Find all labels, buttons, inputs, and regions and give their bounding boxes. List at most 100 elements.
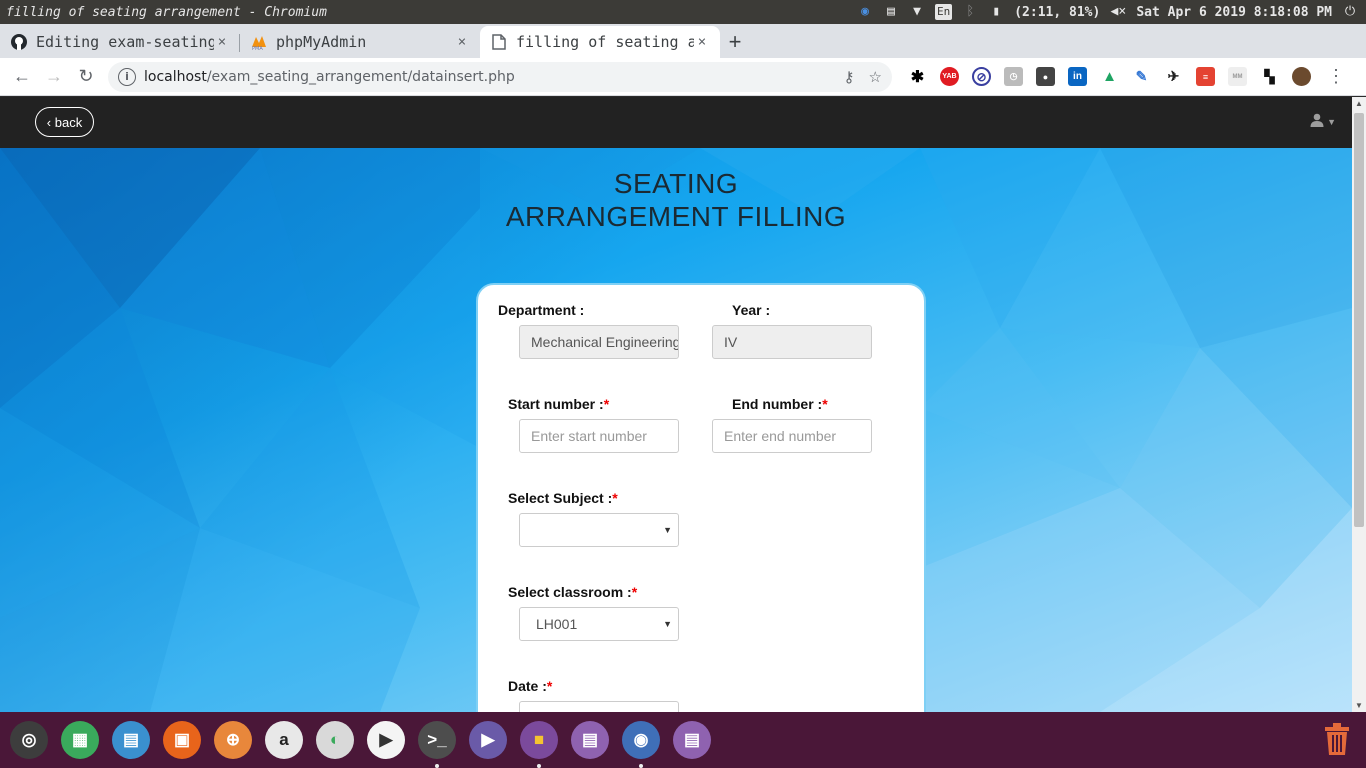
profile-avatar[interactable] — [1292, 67, 1311, 86]
year-label: Year : — [732, 302, 771, 318]
required-mark: * — [822, 396, 828, 412]
system-tray: ◉ ▤ ▼ En ᛒ ▮ (2:11, 81%) ◀× Sat Apr 6 20… — [857, 4, 1366, 20]
new-tab-button[interactable]: + — [720, 26, 750, 58]
tab-label: Editing exam-seating — [36, 33, 214, 51]
drive-extension-icon[interactable]: ▲ — [1100, 67, 1119, 86]
date-input[interactable] — [519, 701, 679, 712]
close-tab-button[interactable]: × — [454, 34, 470, 50]
year-field[interactable]: IV — [712, 325, 872, 359]
key-icon[interactable]: ⚷ — [844, 68, 855, 86]
document-icon[interactable]: ▤ — [112, 721, 150, 759]
notes-icon[interactable]: ▤ — [673, 721, 711, 759]
volume-muted-icon[interactable]: ◀× — [1110, 4, 1127, 20]
keyboard-language-indicator[interactable]: En — [934, 4, 953, 20]
end-number-input[interactable]: Enter end number — [712, 419, 872, 453]
url-host: localhost — [144, 68, 207, 85]
window-title: filling of seating arrangement - Chromiu… — [6, 4, 327, 20]
user-icon — [1310, 113, 1324, 131]
url-path: /exam_seating_arrangement/datainsert.php — [206, 68, 515, 85]
system-top-bar: filling of seating arrangement - Chromiu… — [0, 0, 1366, 24]
lightbulb-extension-icon[interactable]: ● — [1036, 67, 1055, 86]
close-tab-button[interactable]: × — [214, 34, 230, 50]
terminal-icon[interactable]: >_ — [418, 721, 456, 768]
classroom-select[interactable]: LH001 ▼ — [519, 607, 679, 641]
wappalyzer-extension-icon[interactable]: ✈ — [1164, 67, 1183, 86]
info-icon[interactable]: i — [118, 67, 136, 86]
chromium-icon[interactable]: ◉ — [622, 721, 660, 768]
address-bar[interactable]: i localhost /exam_seating_arrangement/da… — [108, 61, 892, 92]
start-number-label-text: Start number : — [508, 396, 604, 412]
power-icon[interactable]: ⏻ — [1342, 4, 1358, 20]
reload-icon[interactable]: ↻ — [70, 61, 102, 93]
video-player-icon[interactable]: ▶ — [469, 721, 507, 759]
page-icon — [490, 33, 508, 51]
media-player-icon[interactable]: ▶ — [367, 721, 405, 759]
end-number-label: End number :* — [732, 396, 828, 412]
dropdown-arrow-icon: ▼ — [663, 619, 672, 629]
close-tab-button[interactable]: × — [694, 34, 710, 50]
files-icon[interactable]: ■ — [520, 721, 558, 768]
marker-extension-icon[interactable]: ✎ — [1132, 67, 1151, 86]
battery-icon[interactable]: ▮ — [988, 4, 1004, 20]
clock[interactable]: Sat Apr 6 2019 8:18:08 PM — [1136, 5, 1332, 20]
settings-toggle-icon[interactable]: ◐ — [316, 721, 354, 759]
bookmark-star-icon[interactable]: ☆ — [869, 68, 882, 86]
back-button[interactable]: ‹ back — [35, 107, 94, 137]
trash-icon[interactable] — [1322, 722, 1352, 758]
department-label: Department : — [498, 302, 585, 318]
scroll-down-icon[interactable]: ▼ — [1355, 701, 1363, 710]
start-number-input[interactable]: Enter start number — [519, 419, 679, 453]
tab-filling-seating[interactable]: filling of seating arrangement × — [480, 26, 720, 58]
forward-arrow-icon[interactable]: → — [38, 61, 70, 93]
caret-down-icon: ▼ — [1327, 117, 1336, 127]
classroom-label: Select classroom :* — [508, 584, 637, 600]
end-number-label-text: End number : — [732, 396, 823, 412]
user-menu[interactable]: ▼ — [1310, 113, 1336, 131]
impress-icon[interactable]: ▣ — [163, 721, 201, 759]
software-center-icon[interactable]: ⊕ — [214, 721, 252, 759]
required-mark: * — [603, 396, 610, 412]
tab-github-editing[interactable]: Editing exam-seating × — [0, 26, 240, 58]
page-title: SEATING ARRANGEMENT FILLING — [0, 167, 1352, 233]
subject-select[interactable]: ▼ — [519, 513, 679, 547]
github-icon — [10, 33, 28, 51]
todoist-extension-icon[interactable]: ≡ — [1196, 67, 1215, 86]
ubuntu-icon[interactable]: ◎ — [10, 721, 48, 759]
text-editor-icon[interactable]: ▤ — [571, 721, 609, 759]
chromium-tray-icon[interactable]: ◉ — [857, 4, 873, 20]
wifi-icon[interactable]: ▼ — [909, 4, 925, 20]
block-extension-icon[interactable]: ⊘ — [972, 67, 991, 86]
more-menu-icon[interactable]: ⋮ — [1327, 66, 1345, 87]
date-label-text: Date : — [508, 678, 547, 694]
tab-phpmyadmin[interactable]: PMA phpMyAdmin × — [240, 26, 480, 58]
date-label: Date :* — [508, 678, 552, 694]
mmra-extension-icon[interactable]: MM — [1228, 67, 1247, 86]
extensions-area: ✱ YAB ⊘ ◷ ● in ▲ ✎ ✈ ≡ MM ▚ — [908, 67, 1311, 86]
notion-extension-icon[interactable]: ▚ — [1260, 67, 1279, 86]
back-arrow-icon[interactable]: ← — [6, 61, 38, 93]
dropdown-arrow-icon: ▼ — [663, 525, 672, 535]
amazon-icon[interactable]: a — [265, 721, 303, 759]
svg-text:PMA: PMA — [252, 46, 263, 51]
page-title-line-1: SEATING — [613, 168, 739, 199]
spreadsheet-icon[interactable]: ▦ — [61, 721, 99, 759]
scroll-up-icon[interactable]: ▲ — [1355, 99, 1363, 108]
department-field[interactable]: Mechanical Engineering — [519, 325, 679, 359]
battery-status[interactable]: (2:11, 81%) — [1014, 5, 1100, 20]
launcher-dock: ◎ ▦ ▤ ▣ ⊕ a ◐ ▶ >_ ▶ ■ ▤ ◉ ▤ — [0, 712, 1366, 768]
clipboard-icon[interactable]: ▤ — [883, 4, 899, 20]
timer-extension-icon[interactable]: ◷ — [1004, 67, 1023, 86]
running-indicator — [639, 764, 643, 768]
subject-label-text: Select Subject : — [508, 490, 613, 506]
linkedin-extension-icon[interactable]: in — [1068, 67, 1087, 86]
scrollbar-thumb[interactable] — [1354, 113, 1364, 527]
classroom-label-text: Select classroom : — [508, 584, 632, 600]
gnome-extension-icon[interactable]: ✱ — [908, 67, 927, 86]
required-mark: * — [546, 678, 553, 694]
yab-extension-icon[interactable]: YAB — [940, 67, 959, 86]
bluetooth-icon[interactable]: ᛒ — [962, 4, 978, 20]
page-scrollbar[interactable]: ▲ ▼ — [1352, 97, 1366, 712]
web-page: ‹ back ▼ SEATING ARRANGEMENT FILLING Dep… — [0, 97, 1352, 712]
tab-label: phpMyAdmin — [276, 33, 367, 51]
page-title-line-2: ARRANGEMENT FILLING — [505, 201, 847, 232]
